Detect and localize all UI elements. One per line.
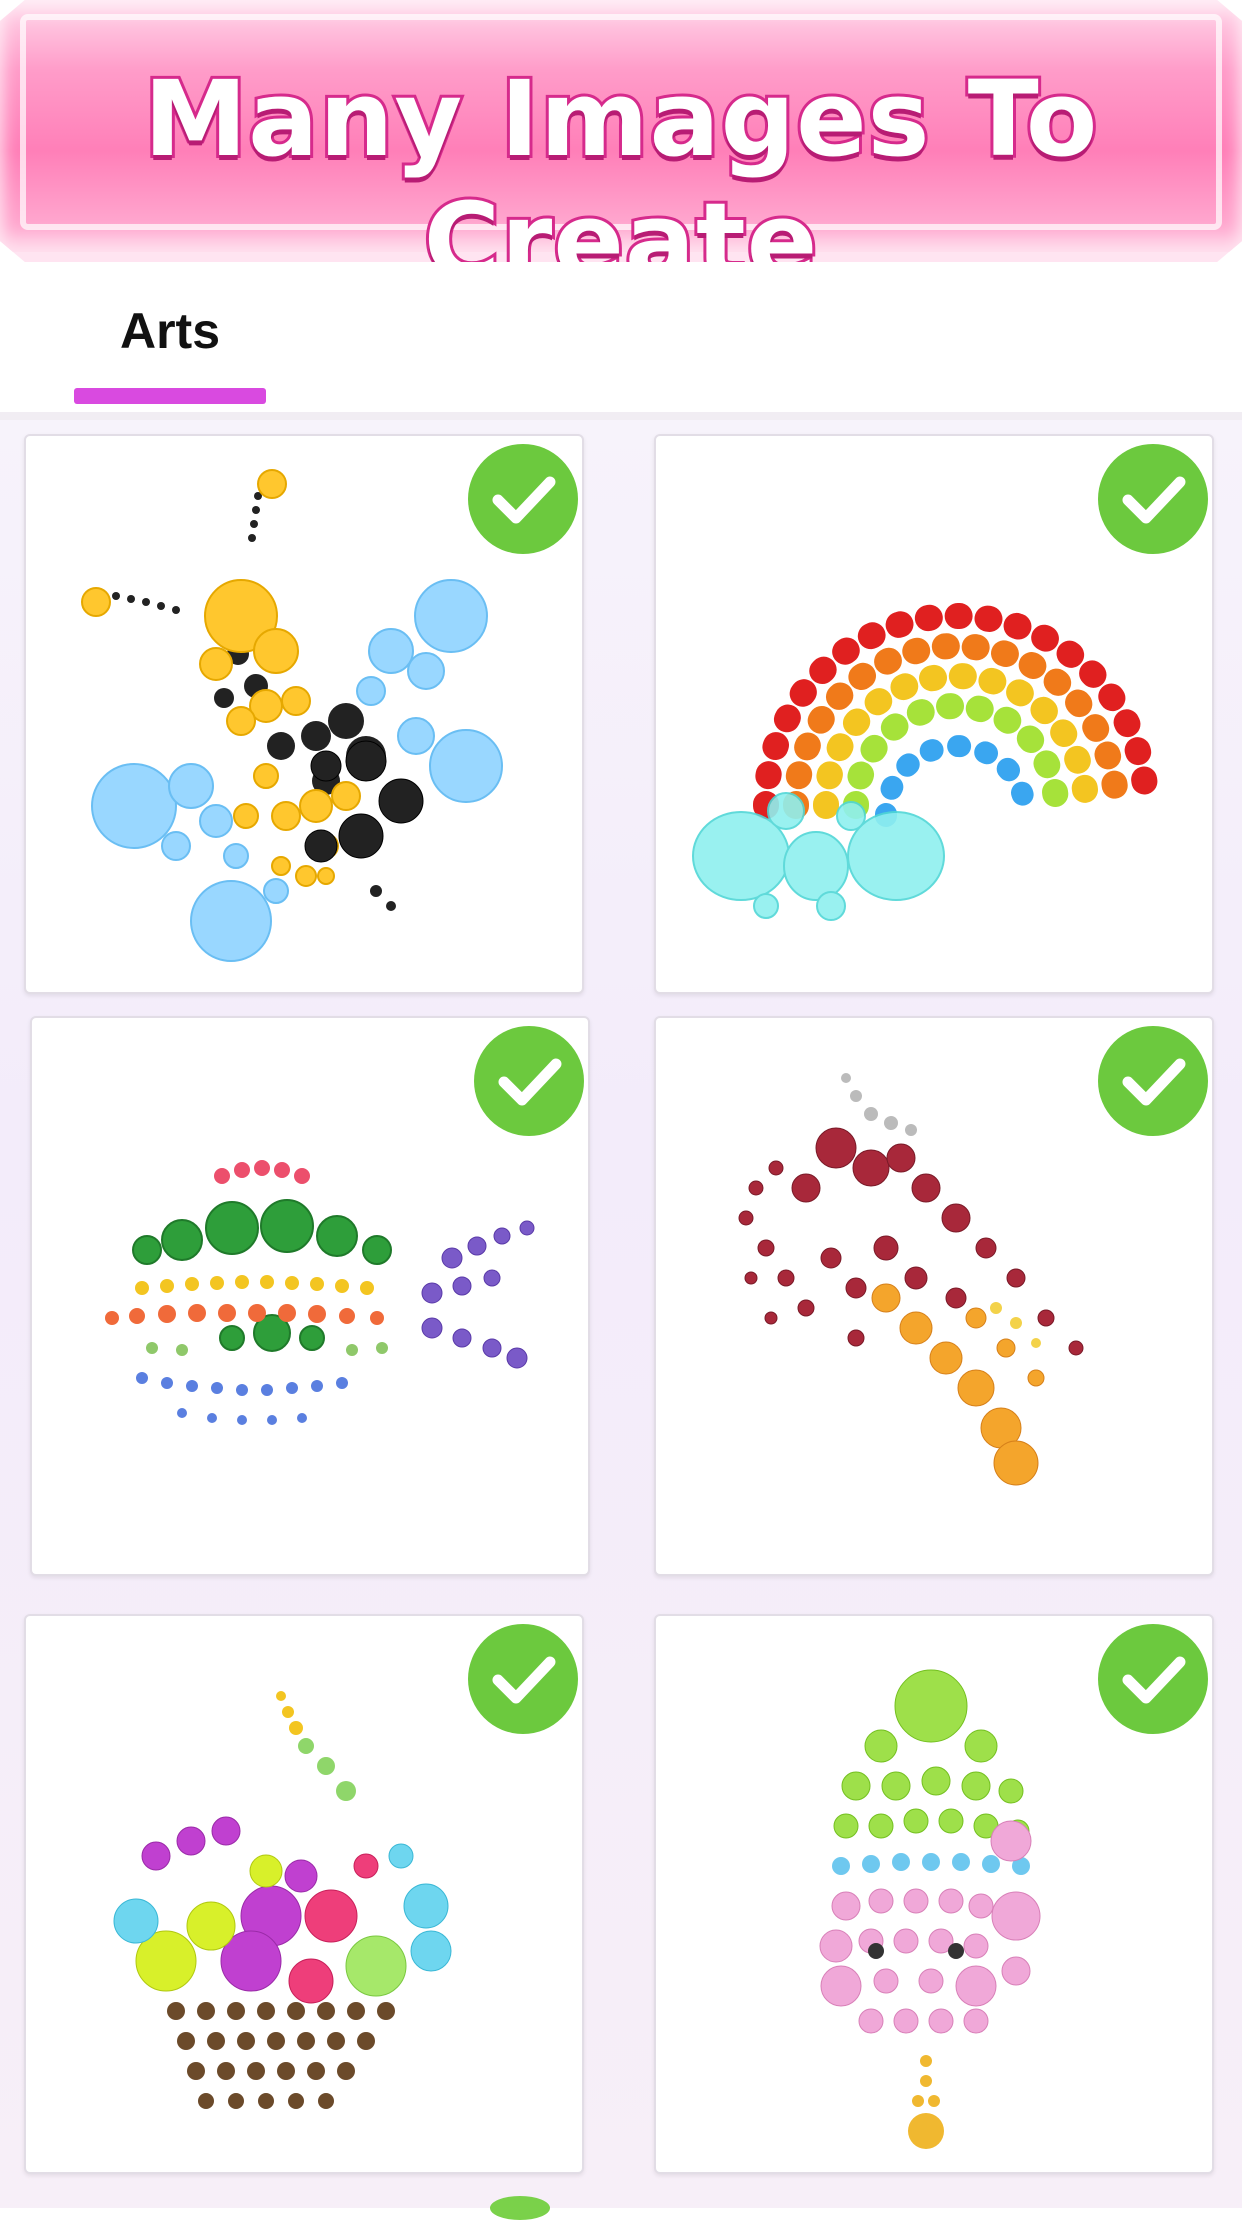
gallery-card-bird[interactable] xyxy=(654,1016,1214,1576)
completed-badge xyxy=(474,1026,584,1136)
completed-badge xyxy=(1098,1026,1208,1136)
check-icon xyxy=(1122,1656,1186,1704)
completed-badge xyxy=(468,1624,578,1734)
gallery-card-cupcake[interactable] xyxy=(24,1614,584,2174)
title-banner: Many Images To Create xyxy=(0,0,1242,262)
check-icon xyxy=(1122,476,1186,524)
completed-badge xyxy=(1098,1624,1208,1734)
gallery-card-popsicle[interactable] xyxy=(654,1614,1214,2174)
category-tab-bar: Arts xyxy=(0,262,1242,420)
active-tab-indicator xyxy=(74,388,266,404)
check-icon xyxy=(492,476,556,524)
next-row-badge-peek xyxy=(490,2196,550,2220)
check-icon xyxy=(1122,1058,1186,1106)
gallery-card-rainbow[interactable] xyxy=(654,434,1214,994)
tab-arts[interactable]: Arts xyxy=(74,292,266,404)
gallery-card-bee[interactable] xyxy=(24,434,584,994)
completed-badge xyxy=(1098,444,1208,554)
check-icon xyxy=(492,1656,556,1704)
check-icon xyxy=(498,1058,562,1106)
completed-badge xyxy=(468,444,578,554)
tab-label: Arts xyxy=(119,303,221,359)
gallery-card-fish[interactable] xyxy=(30,1016,590,1576)
